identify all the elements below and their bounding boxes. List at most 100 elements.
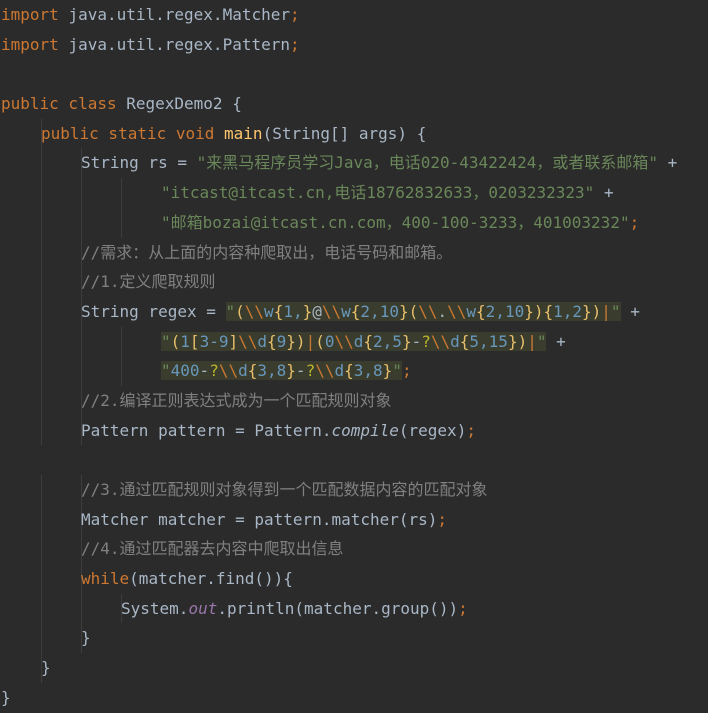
code-line-content: public static void main(String[] args) { <box>1 124 426 143</box>
code-line[interactable]: //2.编译正则表达式成为一个匹配规则对象 <box>0 385 708 416</box>
code-line[interactable]: "400-?\\d{3,8}-?\\d{3,8}"; <box>0 356 708 386</box>
code-token: + <box>620 301 640 321</box>
code-line-content: while(matcher.find()){ <box>1 569 293 588</box>
code-token: (matcher.find()){ <box>129 569 293 589</box>
code-line[interactable]: //需求：从上面的内容种爬取出，电话号码和邮箱。 <box>0 237 708 268</box>
code-line[interactable]: //4.通过匹配器去内容中爬取出信息 <box>0 534 708 565</box>
code-token: public static void <box>41 123 225 143</box>
code-line[interactable]: Matcher matcher = pattern.matcher(rs); <box>0 504 708 535</box>
code-token: \\ <box>447 301 467 321</box>
code-token: 1,2 <box>553 301 583 321</box>
code-line-content: System.out.println(matcher.group()); <box>1 599 468 618</box>
code-token: \\ <box>321 301 342 321</box>
code-token: w <box>264 301 274 321</box>
code-token: - <box>295 361 306 381</box>
code-line[interactable]: "itcast@itcast.cn,电话18762832633，02032323… <box>0 178 708 208</box>
code-token: "邮箱bozai@itcast.cn.com，400-100-3233，4010… <box>161 212 630 232</box>
code-line-content: //3.通过匹配规则对象得到一个匹配数据内容的匹配对象 <box>1 480 488 499</box>
code-line-content: String rs = "来黑马程序员学习Java，电话020-43422424… <box>1 153 677 172</box>
code-token: 3,8 <box>257 361 287 381</box>
code-token: out <box>188 598 218 618</box>
code-line[interactable]: public class RegexDemo2 { <box>0 89 708 119</box>
code-token: [ <box>189 331 200 351</box>
code-token: | <box>601 301 611 321</box>
code-token: " <box>610 301 621 321</box>
code-token: 2,10 <box>485 301 525 321</box>
code-line-content: "(1[3-9]\\d{9})|(0\\d{2,5}-?\\d{5,15})|"… <box>1 331 566 351</box>
code-token: d <box>257 331 268 351</box>
code-token: { <box>363 331 374 351</box>
code-token: - <box>199 361 210 381</box>
code-line[interactable] <box>0 59 708 89</box>
code-token: } <box>81 628 91 648</box>
code-token: (String[] args) { <box>262 123 427 143</box>
code-editor[interactable]: import java.util.regex.Matcher; import ja… <box>0 0 708 711</box>
code-token: } <box>401 331 412 351</box>
code-token: .println(matcher.group()) <box>217 598 459 618</box>
code-line[interactable]: //1.定义爬取规则 <box>0 267 708 297</box>
code-token: java.util.regex.Pattern <box>68 34 290 54</box>
code-line[interactable]: import java.util.regex.Pattern; <box>0 30 708 60</box>
code-line[interactable]: } <box>0 683 708 713</box>
code-line-content: } <box>1 658 51 677</box>
code-token: } <box>382 361 393 381</box>
code-line-content: "邮箱bozai@itcast.cn.com，400-100-3233，4010… <box>1 213 639 232</box>
code-line[interactable] <box>0 445 708 475</box>
code-token: w <box>466 301 477 321</box>
code-line-content: //1.定义爬取规则 <box>1 272 216 291</box>
code-line[interactable]: public static void main(String[] args) { <box>0 118 708 149</box>
code-line-content: } <box>1 628 91 647</box>
code-token: w <box>341 301 351 321</box>
code-token: while <box>81 569 130 589</box>
code-line[interactable]: "(1[3-9]\\d{9})|(0\\d{2,5}-?\\d{5,15})|"… <box>0 326 708 357</box>
code-token: \\ <box>218 361 239 381</box>
code-line[interactable]: "邮箱bozai@itcast.cn.com，400-100-3233，4010… <box>0 207 708 238</box>
code-token: . <box>437 301 448 321</box>
code-line-content: "400-?\\d{3,8}-?\\d{3,8}"; <box>1 361 412 381</box>
code-line-content: Matcher matcher = pattern.matcher(rs); <box>1 510 447 529</box>
code-token: ( <box>315 331 325 351</box>
code-line[interactable]: System.out.println(matcher.group()); <box>0 593 708 624</box>
code-token: d <box>334 361 345 381</box>
code-token: ( <box>235 301 245 321</box>
code-token: { <box>273 301 284 321</box>
code-token: } <box>286 361 296 381</box>
code-line-content: //2.编译正则表达式成为一个匹配规则对象 <box>1 391 392 410</box>
code-token: ; <box>458 598 468 618</box>
code-token: Pattern pattern = Pattern. <box>81 420 332 440</box>
code-token: ; <box>629 212 640 232</box>
code-line[interactable]: String rs = "来黑马程序员学习Java，电话020-43422424… <box>0 148 708 179</box>
code-token: }) <box>286 331 306 351</box>
code-token: "itcast@itcast.cn,电话18762832633，02032323… <box>161 183 595 203</box>
code-token: 2,5 <box>373 331 402 351</box>
code-token: d <box>238 361 248 381</box>
code-line[interactable]: String regex = "(\\w{1,}@\\w{2,10}(\\.\\… <box>0 296 708 327</box>
code-line[interactable]: } <box>0 653 708 683</box>
code-token: 1, <box>283 301 303 321</box>
code-token: //3.通过匹配规则对象得到一个匹配数据内容的匹配对象 <box>81 480 488 499</box>
code-token: //4.通过匹配器去内容中爬取出信息 <box>81 539 344 559</box>
code-line[interactable]: Pattern pattern = Pattern.compile(regex)… <box>0 415 708 446</box>
code-line[interactable]: } <box>0 623 708 654</box>
code-line[interactable]: //3.通过匹配规则对象得到一个匹配数据内容的匹配对象 <box>0 475 708 505</box>
code-line-content: } <box>1 688 11 707</box>
code-token: \\ <box>315 361 335 381</box>
code-token: //1.定义爬取规则 <box>81 272 216 292</box>
code-token: (regex) <box>398 420 467 440</box>
code-line-content: Pattern pattern = Pattern.compile(regex)… <box>1 421 476 440</box>
code-token: \\ <box>244 301 265 321</box>
regex-literal: "400-?\\d{3,8}-?\\d{3,8}" <box>161 361 402 381</box>
code-token: System. <box>121 598 189 618</box>
code-token: " <box>161 331 171 351</box>
code-token: }( <box>398 301 419 321</box>
code-line[interactable]: import java.util.regex.Matcher; <box>0 0 708 30</box>
code-token: { <box>459 331 470 351</box>
code-token: } <box>302 301 313 321</box>
code-token: \\ <box>334 331 354 351</box>
code-line[interactable]: while(matcher.find()){ <box>0 564 708 594</box>
code-token: ; <box>466 420 476 440</box>
code-token: \\ <box>418 301 438 321</box>
code-token: { <box>344 361 354 381</box>
code-token: 3,8 <box>353 361 383 381</box>
code-line-content: import java.util.regex.Pattern; <box>1 35 300 54</box>
